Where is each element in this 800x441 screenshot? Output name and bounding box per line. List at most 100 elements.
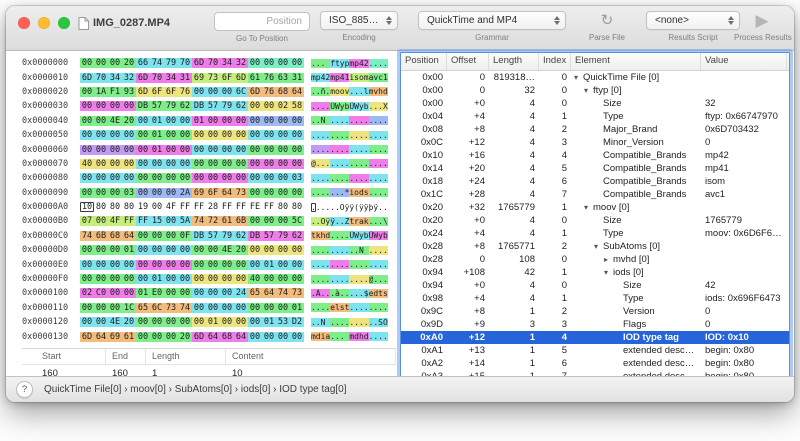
- ascii-char[interactable]: 1: [382, 73, 388, 83]
- hex-byte[interactable]: 64: [94, 331, 108, 342]
- hex-byte[interactable]: 69: [192, 72, 206, 83]
- hex-byte[interactable]: 00: [122, 173, 136, 184]
- hex-byte[interactable]: 00: [150, 158, 164, 169]
- hex-byte[interactable]: 00: [290, 259, 304, 270]
- hex-byte[interactable]: 00: [290, 187, 304, 198]
- results-row[interactable]: 0x00 +0 4 0 Size 32: [401, 97, 789, 110]
- hex-byte[interactable]: 4F: [164, 202, 178, 213]
- hex-byte[interactable]: 2A: [178, 187, 192, 198]
- hex-byte[interactable]: 01: [150, 130, 164, 141]
- hex-byte[interactable]: 00: [108, 259, 122, 270]
- ascii-char[interactable]: b: [382, 231, 388, 241]
- ascii-char[interactable]: .: [382, 188, 388, 198]
- hex-byte[interactable]: 00: [262, 331, 276, 342]
- hex-byte[interactable]: 6B: [94, 230, 108, 241]
- results-row[interactable]: 0x18 +24 4 6 Compatible_Brands isom: [401, 175, 789, 188]
- hex-byte[interactable]: 00: [248, 144, 262, 155]
- hex-byte[interactable]: 61: [122, 331, 136, 342]
- encoding-select[interactable]: ISO_885…: [320, 11, 398, 30]
- hex-byte[interactable]: 00: [192, 158, 206, 169]
- results-row[interactable]: 0x28 0 108 0 ▸ mvhd [0]: [401, 253, 789, 266]
- hex-byte[interactable]: 76: [178, 86, 192, 97]
- hex-byte[interactable]: 00: [94, 115, 108, 126]
- hex-byte[interactable]: 00: [150, 245, 164, 256]
- ascii-char[interactable]: .: [382, 130, 388, 140]
- hex-byte[interactable]: 70: [178, 58, 192, 69]
- hex-byte[interactable]: FF: [234, 202, 248, 213]
- hex-byte[interactable]: 00: [262, 274, 276, 285]
- hex-byte[interactable]: 00: [206, 302, 220, 313]
- hex-byte[interactable]: 34: [164, 72, 178, 83]
- hex-byte[interactable]: FF: [122, 216, 136, 227]
- hex-byte[interactable]: 57: [206, 230, 220, 241]
- hex-byte[interactable]: DB: [192, 101, 206, 112]
- hex-byte[interactable]: 00: [234, 259, 248, 270]
- hex-byte[interactable]: 66: [136, 58, 150, 69]
- hex-byte[interactable]: 31: [290, 72, 304, 83]
- hex-byte[interactable]: 00: [248, 58, 262, 69]
- hex-byte[interactable]: 00: [122, 274, 136, 285]
- hex-byte[interactable]: 00: [192, 274, 206, 285]
- hex-byte[interactable]: 63: [276, 72, 290, 83]
- hex-byte[interactable]: 00: [164, 158, 178, 169]
- hex-byte[interactable]: 6C: [150, 302, 164, 313]
- hex-byte[interactable]: 79: [164, 58, 178, 69]
- ascii-char[interactable]: .: [382, 202, 388, 212]
- position-input[interactable]: [214, 12, 310, 31]
- hex-byte[interactable]: 20: [234, 245, 248, 256]
- hex-byte[interactable]: 01: [136, 288, 150, 299]
- hex-byte[interactable]: 00: [150, 331, 164, 342]
- hex-byte[interactable]: 6D: [234, 72, 248, 83]
- hex-byte[interactable]: 00: [276, 302, 290, 313]
- hex-byte[interactable]: 00: [220, 144, 234, 155]
- hex-byte[interactable]: 1C: [122, 302, 136, 313]
- results-column-header[interactable]: Index: [539, 53, 571, 70]
- hex-byte[interactable]: D2: [290, 317, 304, 328]
- hex-byte[interactable]: 74: [80, 230, 94, 241]
- hex-byte[interactable]: 00: [276, 115, 290, 126]
- hex-byte[interactable]: 00: [136, 130, 150, 141]
- hex-byte[interactable]: DB: [248, 230, 262, 241]
- hex-byte[interactable]: 00: [80, 302, 94, 313]
- hex-byte[interactable]: 76: [262, 86, 276, 97]
- hex-byte[interactable]: 00: [80, 187, 94, 198]
- hex-byte[interactable]: 00: [164, 288, 178, 299]
- hex-byte[interactable]: 00: [276, 274, 290, 285]
- hex-byte[interactable]: 5C: [290, 216, 304, 227]
- hex-byte[interactable]: 00: [234, 302, 248, 313]
- hex-byte[interactable]: 02: [80, 288, 94, 299]
- disclosure-open-icon[interactable]: ▾: [594, 240, 603, 253]
- hex-byte[interactable]: 00: [220, 288, 234, 299]
- hex-byte[interactable]: 00: [94, 187, 108, 198]
- hex-byte[interactable]: 00: [262, 302, 276, 313]
- hex-byte[interactable]: 00: [136, 187, 150, 198]
- hex-byte[interactable]: 00: [164, 216, 178, 227]
- hex-byte[interactable]: 80: [94, 202, 108, 213]
- hex-byte[interactable]: 00: [220, 173, 234, 184]
- hex-byte[interactable]: 00: [150, 173, 164, 184]
- hex-byte[interactable]: 00: [290, 115, 304, 126]
- hex-byte[interactable]: 00: [248, 259, 262, 270]
- hex-byte[interactable]: 19: [136, 202, 150, 213]
- hex-byte[interactable]: 00: [192, 245, 206, 256]
- hex-byte[interactable]: 00: [80, 130, 94, 141]
- hex-byte[interactable]: 01: [150, 274, 164, 285]
- hex-byte[interactable]: 6D: [80, 331, 94, 342]
- hex-byte[interactable]: 00: [206, 115, 220, 126]
- hex-byte[interactable]: 57: [150, 101, 164, 112]
- hex-byte[interactable]: 00: [234, 173, 248, 184]
- hex-byte[interactable]: 00: [108, 187, 122, 198]
- hex-byte[interactable]: 6D: [248, 86, 262, 97]
- hex-byte[interactable]: 00: [94, 302, 108, 313]
- hex-byte[interactable]: 00: [108, 173, 122, 184]
- hex-byte[interactable]: 00: [290, 58, 304, 69]
- hex-byte[interactable]: 00: [206, 173, 220, 184]
- hex-byte[interactable]: 00: [220, 317, 234, 328]
- hex-byte[interactable]: 00: [108, 158, 122, 169]
- hex-byte[interactable]: 00: [220, 86, 234, 97]
- hex-byte[interactable]: 00: [220, 302, 234, 313]
- process-results-button[interactable]: ▶: [734, 11, 790, 30]
- hex-byte[interactable]: FF: [178, 202, 192, 213]
- hex-byte[interactable]: 00: [122, 101, 136, 112]
- hex-byte[interactable]: FF: [262, 202, 276, 213]
